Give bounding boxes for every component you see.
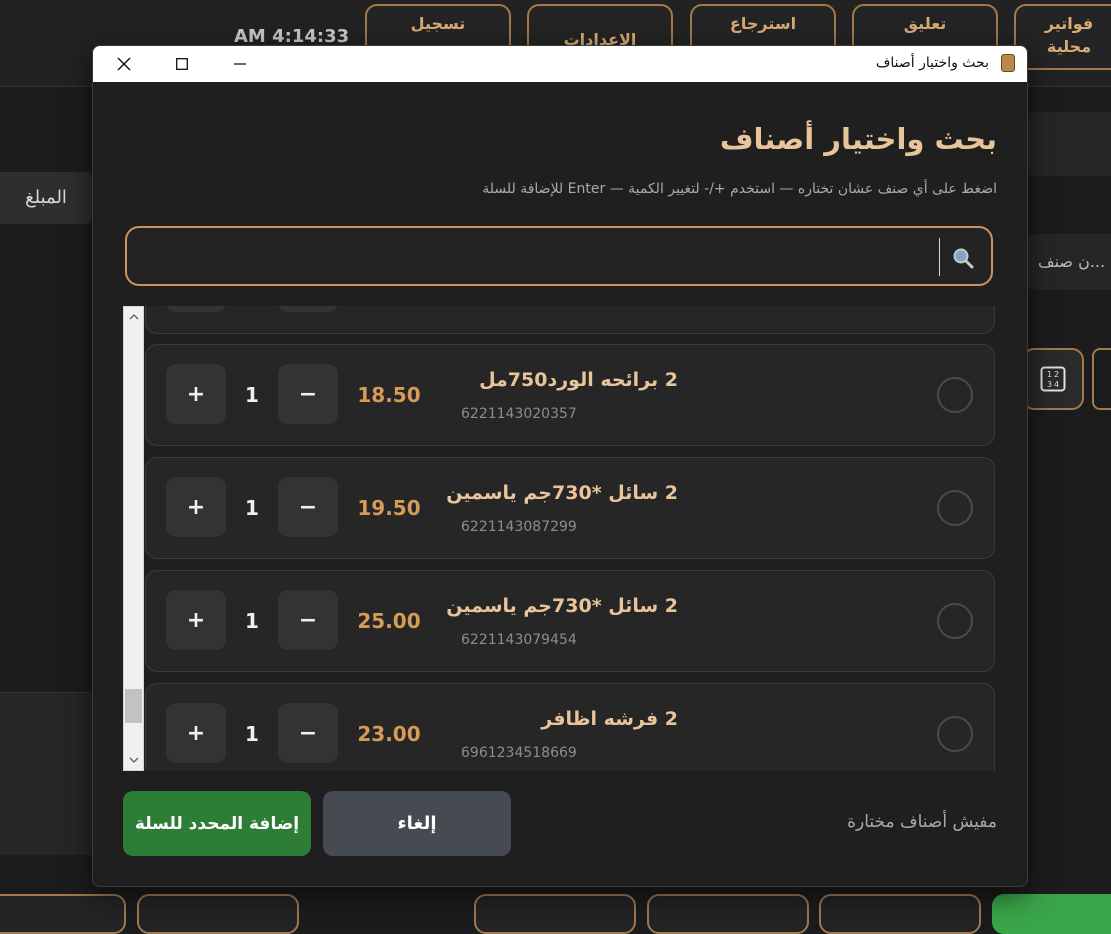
list-item[interactable]: 2 سائل *730جم ياسمين 6221143079454 25.00… xyxy=(145,570,995,672)
item-quantity: 1 xyxy=(245,383,259,407)
decrease-qty-button[interactable] xyxy=(278,306,338,312)
bottom-button[interactable] xyxy=(0,894,126,934)
item-price: 18.50 xyxy=(357,383,421,407)
app-icon xyxy=(1001,54,1015,72)
right-panel-strip xyxy=(1026,112,1111,176)
numpad-button[interactable]: 1 2 3 4 xyxy=(1022,348,1084,410)
list-item[interactable]: 2 سائل *730جم ياسمين 6221143087299 19.50… xyxy=(145,457,995,559)
close-button[interactable] xyxy=(101,46,147,82)
search-input[interactable] xyxy=(141,238,921,276)
search-box xyxy=(125,226,993,286)
decrease-qty-button[interactable]: − xyxy=(278,477,338,537)
increase-qty-button[interactable]: + xyxy=(166,590,226,650)
chevron-up-icon xyxy=(129,314,138,320)
tab-label: فواتير xyxy=(1044,14,1094,33)
item-price: 25.00 xyxy=(357,609,421,633)
decrease-qty-button[interactable]: − xyxy=(278,703,338,763)
tab-local-invoices[interactable]: فواتير محلية xyxy=(1014,4,1111,70)
svg-text:1: 1 xyxy=(1047,370,1052,379)
scrollbar[interactable] xyxy=(123,306,144,771)
tab-label: تسجيل xyxy=(410,14,466,33)
dialog-heading: بحث واختيار أصناف xyxy=(719,122,997,156)
svg-text:3: 3 xyxy=(1047,380,1052,389)
select-radio[interactable] xyxy=(937,377,973,413)
bottom-button[interactable] xyxy=(137,894,299,934)
tab-label: تعليق xyxy=(903,14,947,33)
scroll-up-button[interactable] xyxy=(124,308,143,326)
item-name: 2 سائل *730جم ياسمين xyxy=(446,482,678,504)
select-radio[interactable] xyxy=(937,490,973,526)
select-radio[interactable] xyxy=(937,716,973,752)
maximize-icon xyxy=(176,58,188,70)
bottom-button[interactable] xyxy=(647,894,809,934)
maximize-button[interactable] xyxy=(159,46,205,82)
item-quantity: 1 xyxy=(245,496,259,520)
close-icon xyxy=(117,57,131,71)
item-barcode: 6221143020357 xyxy=(461,406,577,422)
background-search-input[interactable]: ن صنف... xyxy=(1026,234,1111,290)
list-item[interactable]: 2 فرشه اظافر 6961234518669 23.00 − 1 + xyxy=(145,683,995,771)
side-button[interactable] xyxy=(1092,348,1111,410)
list-item[interactable] xyxy=(145,306,995,334)
text-caret xyxy=(939,238,940,276)
bottom-pay-button[interactable] xyxy=(992,894,1111,934)
numpad-icon: 1 2 3 4 xyxy=(1040,366,1066,392)
list-item[interactable]: 2 برائحه الورد750مل 6221143020357 18.50 … xyxy=(145,344,995,446)
increase-qty-button[interactable] xyxy=(166,306,226,312)
item-barcode: 6961234518669 xyxy=(461,745,577,761)
bottom-button[interactable] xyxy=(474,894,636,934)
tab-label-2: محلية xyxy=(1046,37,1092,56)
item-quantity: 1 xyxy=(245,722,259,746)
increase-qty-button[interactable]: + xyxy=(166,477,226,537)
item-price: 19.50 xyxy=(357,496,421,520)
window-title: بحث واختيار أصناف xyxy=(875,55,989,71)
item-name: 2 فرشه اظافر xyxy=(541,708,678,730)
clock: AM 4:14:33 xyxy=(234,26,350,47)
tab-label: استرجاع xyxy=(729,14,797,33)
minimize-icon xyxy=(234,63,246,65)
decrease-qty-button[interactable]: − xyxy=(278,364,338,424)
items-list[interactable]: 2 برائحه الورد750مل 6221143020357 18.50 … xyxy=(123,306,997,771)
amount-label: المبلغ xyxy=(0,172,92,224)
select-radio[interactable] xyxy=(937,603,973,639)
decrease-qty-button[interactable]: − xyxy=(278,590,338,650)
svg-text:2: 2 xyxy=(1054,370,1059,379)
bottom-button[interactable] xyxy=(819,894,981,934)
increase-qty-button[interactable]: + xyxy=(166,703,226,763)
scrollbar-thumb[interactable] xyxy=(125,689,142,723)
selection-status: مفيش أصناف مختارة xyxy=(847,812,997,832)
search-icon xyxy=(953,248,974,269)
left-panel xyxy=(0,692,92,855)
item-name: 2 برائحه الورد750مل xyxy=(479,369,678,391)
svg-text:4: 4 xyxy=(1054,380,1059,389)
dialog-instructions: اضغط على أي صنف عشان تختاره — استخدم +/-… xyxy=(482,181,997,197)
window-title-bar: بحث واختيار أصناف xyxy=(93,46,1027,82)
scroll-down-button[interactable] xyxy=(124,751,143,769)
item-barcode: 6221143087299 xyxy=(461,519,577,535)
minimize-button[interactable] xyxy=(217,46,263,82)
cancel-button[interactable]: إلغاء xyxy=(323,791,511,856)
item-search-dialog: بحث واختيار أصناف بحث واختيار أصناف اضغط… xyxy=(92,45,1028,887)
chevron-down-icon xyxy=(129,757,138,763)
increase-qty-button[interactable]: + xyxy=(166,364,226,424)
item-quantity: 1 xyxy=(245,609,259,633)
item-name: 2 سائل *730جم ياسمين xyxy=(446,595,678,617)
item-barcode: 6221143079454 xyxy=(461,632,577,648)
add-selected-to-cart-button[interactable]: إضافة المحدد للسلة xyxy=(123,791,311,856)
item-price: 23.00 xyxy=(357,722,421,746)
